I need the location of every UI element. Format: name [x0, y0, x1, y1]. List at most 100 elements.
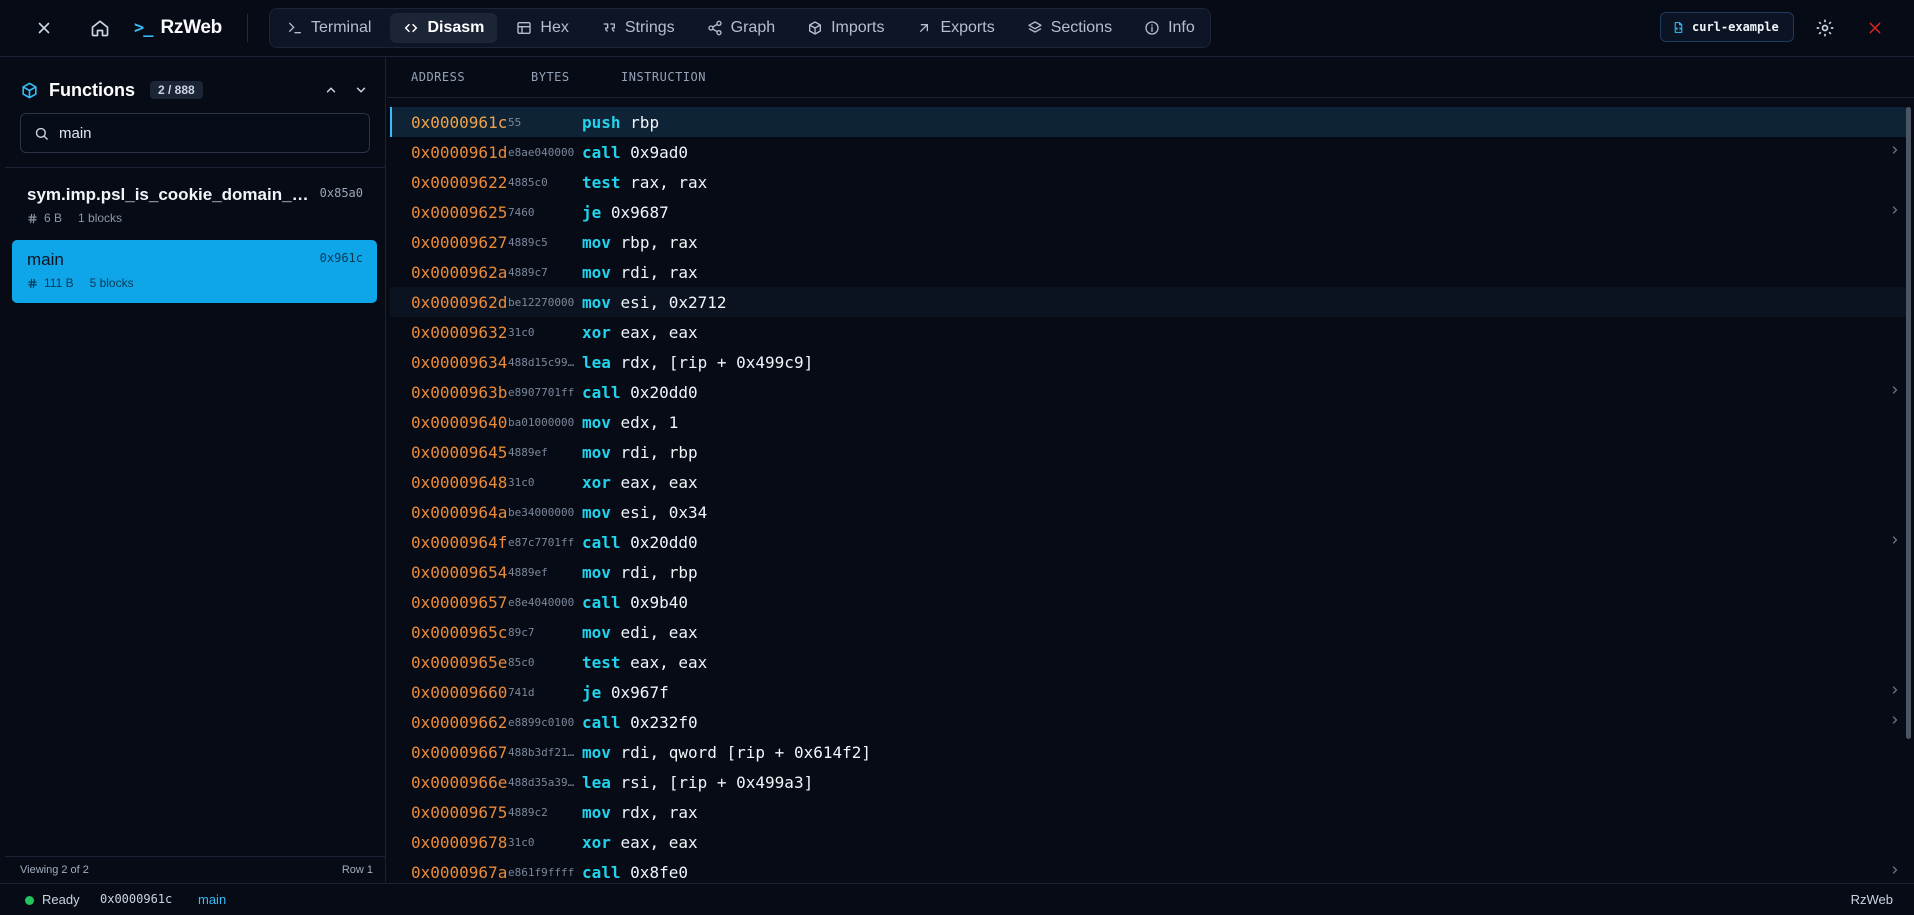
settings-icon[interactable]	[1811, 14, 1839, 42]
instruction-operands[interactable]: esi, 0x2712	[621, 293, 727, 312]
search-input[interactable]	[59, 124, 349, 142]
tab-sections[interactable]: Sections	[1014, 13, 1125, 43]
instruction-address[interactable]: 0x0000964a	[411, 503, 507, 522]
instruction-address[interactable]: 0x0000961d	[411, 143, 507, 162]
instruction-operands[interactable]: 0x9b40	[630, 593, 688, 612]
instruction-row[interactable]: 0x00009645 4889ef mov rdi, rbp	[390, 437, 1910, 467]
instruction-address[interactable]: 0x0000965c	[411, 623, 507, 642]
chevron-right-icon[interactable]	[1889, 384, 1901, 399]
instruction-operands[interactable]: rax, rax	[630, 173, 707, 192]
instruction-address[interactable]: 0x0000962d	[411, 293, 507, 312]
tab-imports[interactable]: Imports	[794, 13, 897, 43]
instruction-row[interactable]: 0x00009627 4889c5 mov rbp, rax	[390, 227, 1910, 257]
close-icon[interactable]	[30, 14, 58, 42]
instruction-address[interactable]: 0x00009662	[411, 713, 507, 732]
instruction-row[interactable]: 0x00009657 e8e4040000 call 0x9b40	[390, 587, 1910, 617]
instruction-operands[interactable]: eax, eax	[621, 323, 698, 342]
chevron-right-icon[interactable]	[1889, 534, 1901, 549]
instruction-address[interactable]: 0x00009657	[411, 593, 507, 612]
instruction-address[interactable]: 0x0000961c	[411, 113, 507, 132]
tab-disasm[interactable]: Disasm	[390, 13, 498, 43]
instruction-operands[interactable]: rdi, rax	[621, 263, 698, 282]
instruction-operands[interactable]: rdi, qword [rip + 0x614f2]	[621, 743, 871, 762]
instruction-operands[interactable]: 0x967f	[611, 683, 669, 702]
instruction-operands[interactable]: rdi, rbp	[621, 443, 698, 462]
instruction-address[interactable]: 0x00009634	[411, 353, 507, 372]
instruction-row[interactable]: 0x0000961d e8ae040000 call 0x9ad0	[390, 137, 1910, 167]
instruction-address[interactable]: 0x00009625	[411, 203, 507, 222]
instruction-operands[interactable]: 0x232f0	[630, 713, 697, 732]
instruction-row[interactable]: 0x00009675 4889c2 mov rdx, rax	[390, 797, 1910, 827]
chevron-right-icon[interactable]	[1889, 204, 1901, 219]
tab-info[interactable]: Info	[1131, 13, 1208, 43]
instruction-row[interactable]: 0x00009648 31c0 xor eax, eax	[390, 467, 1910, 497]
instruction-operands[interactable]: edi, eax	[621, 623, 698, 642]
instruction-address[interactable]: 0x00009632	[411, 323, 507, 342]
instruction-row[interactable]: 0x00009654 4889ef mov rdi, rbp	[390, 557, 1910, 587]
instruction-operands[interactable]: 0x20dd0	[630, 533, 697, 552]
instruction-row[interactable]: 0x0000965c 89c7 mov edi, eax	[390, 617, 1910, 647]
instruction-operands[interactable]: eax, eax	[630, 653, 707, 672]
instruction-address[interactable]: 0x0000967a	[411, 863, 507, 882]
instruction-operands[interactable]: 0x9687	[611, 203, 669, 222]
instruction-row[interactable]: 0x00009622 4885c0 test rax, rax	[390, 167, 1910, 197]
instruction-address[interactable]: 0x00009645	[411, 443, 507, 462]
instruction-row[interactable]: 0x0000963b e8907701ff call 0x20dd0	[390, 377, 1910, 407]
instruction-address[interactable]: 0x0000963b	[411, 383, 507, 402]
tab-exports[interactable]: Exports	[903, 13, 1007, 43]
instruction-address[interactable]: 0x00009648	[411, 473, 507, 492]
instruction-operands[interactable]: edx, 1	[621, 413, 679, 432]
instruction-row[interactable]: 0x00009678 31c0 xor eax, eax	[390, 827, 1910, 857]
instruction-row[interactable]: 0x00009625 7460 je 0x9687	[390, 197, 1910, 227]
instruction-operands[interactable]: rdi, rbp	[621, 563, 698, 582]
instruction-operands[interactable]: eax, eax	[621, 833, 698, 852]
instruction-operands[interactable]: rsi, [rip + 0x499a3]	[621, 773, 814, 792]
tab-graph[interactable]: Graph	[694, 13, 788, 43]
instruction-address[interactable]: 0x00009667	[411, 743, 507, 762]
instruction-operands[interactable]: rdx, [rip + 0x499c9]	[621, 353, 814, 372]
instruction-row[interactable]: 0x0000966e488d35a3990400lea rsi, [rip + …	[390, 767, 1910, 797]
chevron-right-icon[interactable]	[1889, 144, 1901, 159]
tab-strings[interactable]: Strings	[588, 13, 688, 43]
chevron-right-icon[interactable]	[1889, 684, 1901, 699]
instruction-operands[interactable]: rdx, rax	[621, 803, 698, 822]
instruction-operands[interactable]: rbp	[630, 113, 659, 132]
instruction-row[interactable]: 0x0000962d be12270000 mov esi, 0x2712	[390, 287, 1910, 317]
instruction-operands[interactable]: esi, 0x34	[621, 503, 708, 522]
instruction-address[interactable]: 0x00009622	[411, 173, 507, 192]
instruction-operands[interactable]: 0x8fe0	[630, 863, 688, 882]
file-chip[interactable]: curl-example	[1660, 12, 1794, 42]
instruction-row[interactable]: 0x00009640 ba01000000 mov edx, 1	[390, 407, 1910, 437]
instruction-row[interactable]: 0x00009632 31c0 xor eax, eax	[390, 317, 1910, 347]
function-item[interactable]: sym.imp.psl_is_cookie_domain_acceptable …	[12, 175, 377, 238]
tab-terminal[interactable]: Terminal	[274, 13, 384, 43]
instruction-address[interactable]: 0x0000965e	[411, 653, 507, 672]
function-item-selected[interactable]: main 0x961c 111 B 5 blocks	[12, 240, 377, 303]
instruction-address[interactable]: 0x00009654	[411, 563, 507, 582]
chevron-down-icon[interactable]	[353, 80, 369, 100]
instruction-row[interactable]: 0x0000965e 85c0 test eax, eax	[390, 647, 1910, 677]
instruction-row[interactable]: 0x00009662 e8899c0100 call 0x232f0	[390, 707, 1910, 737]
instruction-operands[interactable]: 0x20dd0	[630, 383, 697, 402]
instruction-row[interactable]: 0x0000961c 55 push rbp	[390, 107, 1910, 137]
instruction-address[interactable]: 0x0000966e	[411, 773, 507, 792]
instruction-row[interactable]: 0x0000964f e87c7701ff call 0x20dd0	[390, 527, 1910, 557]
instruction-address[interactable]: 0x00009627	[411, 233, 507, 252]
tab-hex[interactable]: Hex	[503, 13, 581, 43]
instruction-row[interactable]: 0x00009667488b3df2140600mov rdi, qword […	[390, 737, 1910, 767]
instruction-operands[interactable]: rbp, rax	[621, 233, 698, 252]
instruction-row[interactable]: 0x0000962a 4889c7 mov rdi, rax	[390, 257, 1910, 287]
instruction-operands[interactable]: eax, eax	[621, 473, 698, 492]
instruction-row[interactable]: 0x0000964a be34000000 mov esi, 0x34	[390, 497, 1910, 527]
chevron-up-icon[interactable]	[323, 80, 339, 100]
scrollbar[interactable]	[1906, 107, 1911, 739]
instruction-address[interactable]: 0x00009675	[411, 803, 507, 822]
chevron-right-icon[interactable]	[1889, 864, 1901, 879]
instruction-address[interactable]: 0x0000964f	[411, 533, 507, 552]
home-icon[interactable]	[86, 14, 114, 42]
instruction-address[interactable]: 0x00009640	[411, 413, 507, 432]
instruction-address[interactable]: 0x0000962a	[411, 263, 507, 282]
instruction-row[interactable]: 0x00009660 741d je 0x967f	[390, 677, 1910, 707]
chevron-right-icon[interactable]	[1889, 714, 1901, 729]
instruction-address[interactable]: 0x00009678	[411, 833, 507, 852]
